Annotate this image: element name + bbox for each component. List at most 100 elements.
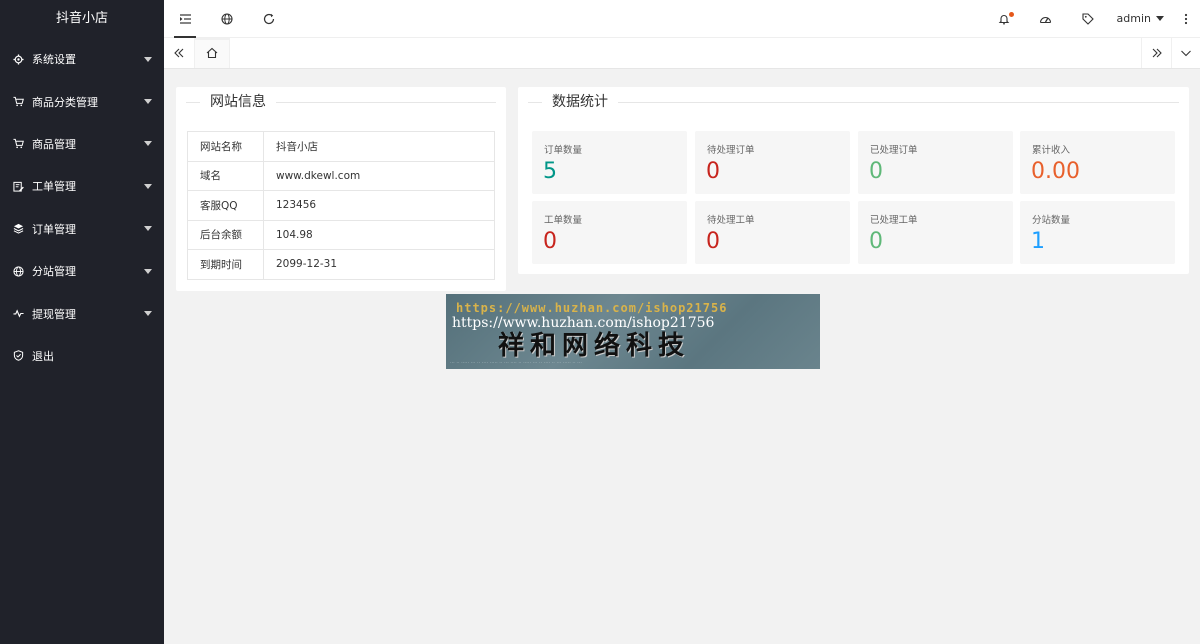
row-value: www.dkewl.com (263, 160, 495, 191)
chevron-down-icon (144, 141, 152, 147)
stat-label: 订单数量 (544, 145, 583, 156)
stat-processed-orders: 已处理订单 0 (858, 131, 1013, 194)
stat-label: 待处理工单 (707, 215, 755, 226)
sidebar-item-label: 提现管理 (32, 307, 76, 321)
stat-total-income: 累计收入 0.00 (1020, 131, 1175, 194)
stat-substation-count: 分站数量 1 (1020, 201, 1175, 264)
dashboard-gauge-icon (1039, 16, 1052, 23)
theme-button[interactable] (1025, 0, 1067, 38)
top-header: admin (164, 0, 1200, 38)
stat-value: 1 (1031, 229, 1045, 254)
sidebar-item-product-management[interactable]: 商品管理 (0, 123, 164, 165)
sidebar-item-label: 退出 (32, 349, 54, 363)
stat-pending-orders: 待处理订单 0 (695, 131, 850, 194)
menu-fold-icon (179, 13, 191, 24)
sidebar: 抖音小店 系统设置 商品分类管理 商品管理 工单管理 订单管理 分站管理 提现管… (0, 0, 164, 644)
stat-label: 已处理订单 (870, 145, 918, 156)
tab-bar (164, 38, 1200, 69)
stat-value: 0 (543, 229, 557, 254)
stat-ticket-count: 工单数量 0 (532, 201, 687, 264)
globe-icon (12, 265, 24, 277)
table-row: 客服QQ 123456 (187, 190, 495, 221)
watermark-url-gold: https://www.huzhan.com/ishop21756 (456, 301, 728, 315)
table-row: 后台余额 104.98 (187, 219, 495, 250)
sidebar-item-ticket-management[interactable]: 工单管理 (0, 165, 164, 207)
chevron-down-icon (144, 226, 152, 232)
stat-label: 分站数量 (1032, 215, 1071, 226)
stat-value: 5 (543, 159, 557, 184)
stat-label: 累计收入 (1032, 145, 1071, 156)
stat-value: 0 (706, 159, 720, 184)
stats-title-line: 数据统计 (528, 93, 1179, 111)
website-button[interactable] (206, 0, 248, 38)
site-info-title-line: 网站信息 (186, 93, 496, 111)
stat-value: 0 (869, 229, 883, 254)
row-key: 后台余额 (187, 219, 264, 250)
stat-label: 工单数量 (544, 215, 583, 226)
row-key: 网站名称 (187, 131, 264, 162)
row-key: 域名 (187, 160, 264, 191)
stat-value: 0 (706, 229, 720, 254)
site-info-title: 网站信息 (200, 93, 276, 111)
stat-pending-tickets: 待处理工单 0 (695, 201, 850, 264)
globe-icon (221, 12, 233, 25)
caret-down-icon (1156, 16, 1164, 21)
stats-card: 数据统计 订单数量 5 待处理订单 0 已处理订单 0 累计收入 0.00 工单… (518, 87, 1189, 274)
site-info-table: 网站名称 抖音小店 域名 www.dkewl.com 客服QQ 123456 后… (187, 131, 495, 280)
chevron-down-icon (144, 311, 152, 317)
cart-icon (12, 96, 24, 108)
refresh-button[interactable] (248, 0, 290, 38)
tabs-scroll-right-button[interactable] (1141, 38, 1171, 68)
stat-label: 待处理订单 (707, 145, 755, 156)
more-options-button[interactable] (1172, 0, 1200, 38)
stat-value: 0.00 (1031, 159, 1080, 184)
stat-processed-tickets: 已处理工单 0 (858, 201, 1013, 264)
stat-order-count: 订单数量 5 (532, 131, 687, 194)
site-info-card: 网站信息 网站名称 抖音小店 域名 www.dkewl.com 客服QQ 123… (176, 87, 506, 291)
sidebar-item-label: 订单管理 (32, 222, 76, 236)
tag-icon (1081, 12, 1094, 25)
sidebar-item-system-settings[interactable]: 系统设置 (0, 38, 164, 80)
username: admin (1116, 12, 1151, 25)
watermark-brand: 祥和网络科技 (498, 331, 691, 361)
user-menu[interactable]: admin (1109, 0, 1172, 38)
stats-title: 数据统计 (542, 93, 618, 111)
tab-home[interactable] (194, 38, 230, 68)
double-chevron-left-icon (174, 48, 184, 58)
row-value: 抖音小店 (263, 131, 495, 162)
sidebar-item-substation-management[interactable]: 分站管理 (0, 250, 164, 292)
stat-label: 已处理工单 (870, 215, 918, 226)
toggle-sidebar-button[interactable] (164, 0, 206, 38)
watermark-banner: https://www.huzhan.com/ishop21756 https:… (446, 294, 820, 369)
sidebar-item-order-management[interactable]: 订单管理 (0, 208, 164, 250)
chevron-down-icon (144, 99, 152, 105)
notification-dot (1008, 11, 1014, 17)
watermark-noise: ··· ·· ····· ··· ·· ···· ····· ·· ··· ··… (450, 360, 582, 366)
edit-icon (12, 180, 24, 192)
app-logo-title[interactable]: 抖音小店 (0, 0, 164, 38)
tabs-dropdown-button[interactable] (1171, 38, 1200, 68)
row-key: 到期时间 (187, 249, 264, 280)
sidebar-item-category-management[interactable]: 商品分类管理 (0, 80, 164, 122)
sidebar-item-label: 商品管理 (32, 137, 76, 151)
sidebar-item-label: 系统设置 (32, 53, 76, 67)
sidebar-item-label: 商品分类管理 (32, 95, 98, 109)
sidebar-item-label: 分站管理 (32, 265, 76, 279)
home-icon (206, 47, 218, 59)
row-value: 2099-12-31 (263, 249, 495, 280)
shield-icon (12, 350, 24, 362)
sidebar-item-withdraw-management[interactable]: 提现管理 (0, 292, 164, 334)
tabs-scroll-left-button[interactable] (164, 38, 194, 68)
sidebar-item-logout[interactable]: 退出 (0, 335, 164, 377)
stat-value: 0 (869, 159, 883, 184)
pulse-icon (12, 308, 24, 320)
more-vertical-icon (1184, 13, 1188, 24)
layers-icon (12, 223, 24, 235)
sidebar-menu: 系统设置 商品分类管理 商品管理 工单管理 订单管理 分站管理 提现管理 退出 (0, 38, 164, 377)
notifications-button[interactable] (983, 0, 1025, 38)
refresh-icon (263, 13, 275, 24)
notes-button[interactable] (1067, 0, 1109, 38)
chevron-down-icon (1181, 50, 1191, 57)
table-row: 到期时间 2099-12-31 (187, 249, 495, 280)
bell-icon (998, 14, 1009, 24)
